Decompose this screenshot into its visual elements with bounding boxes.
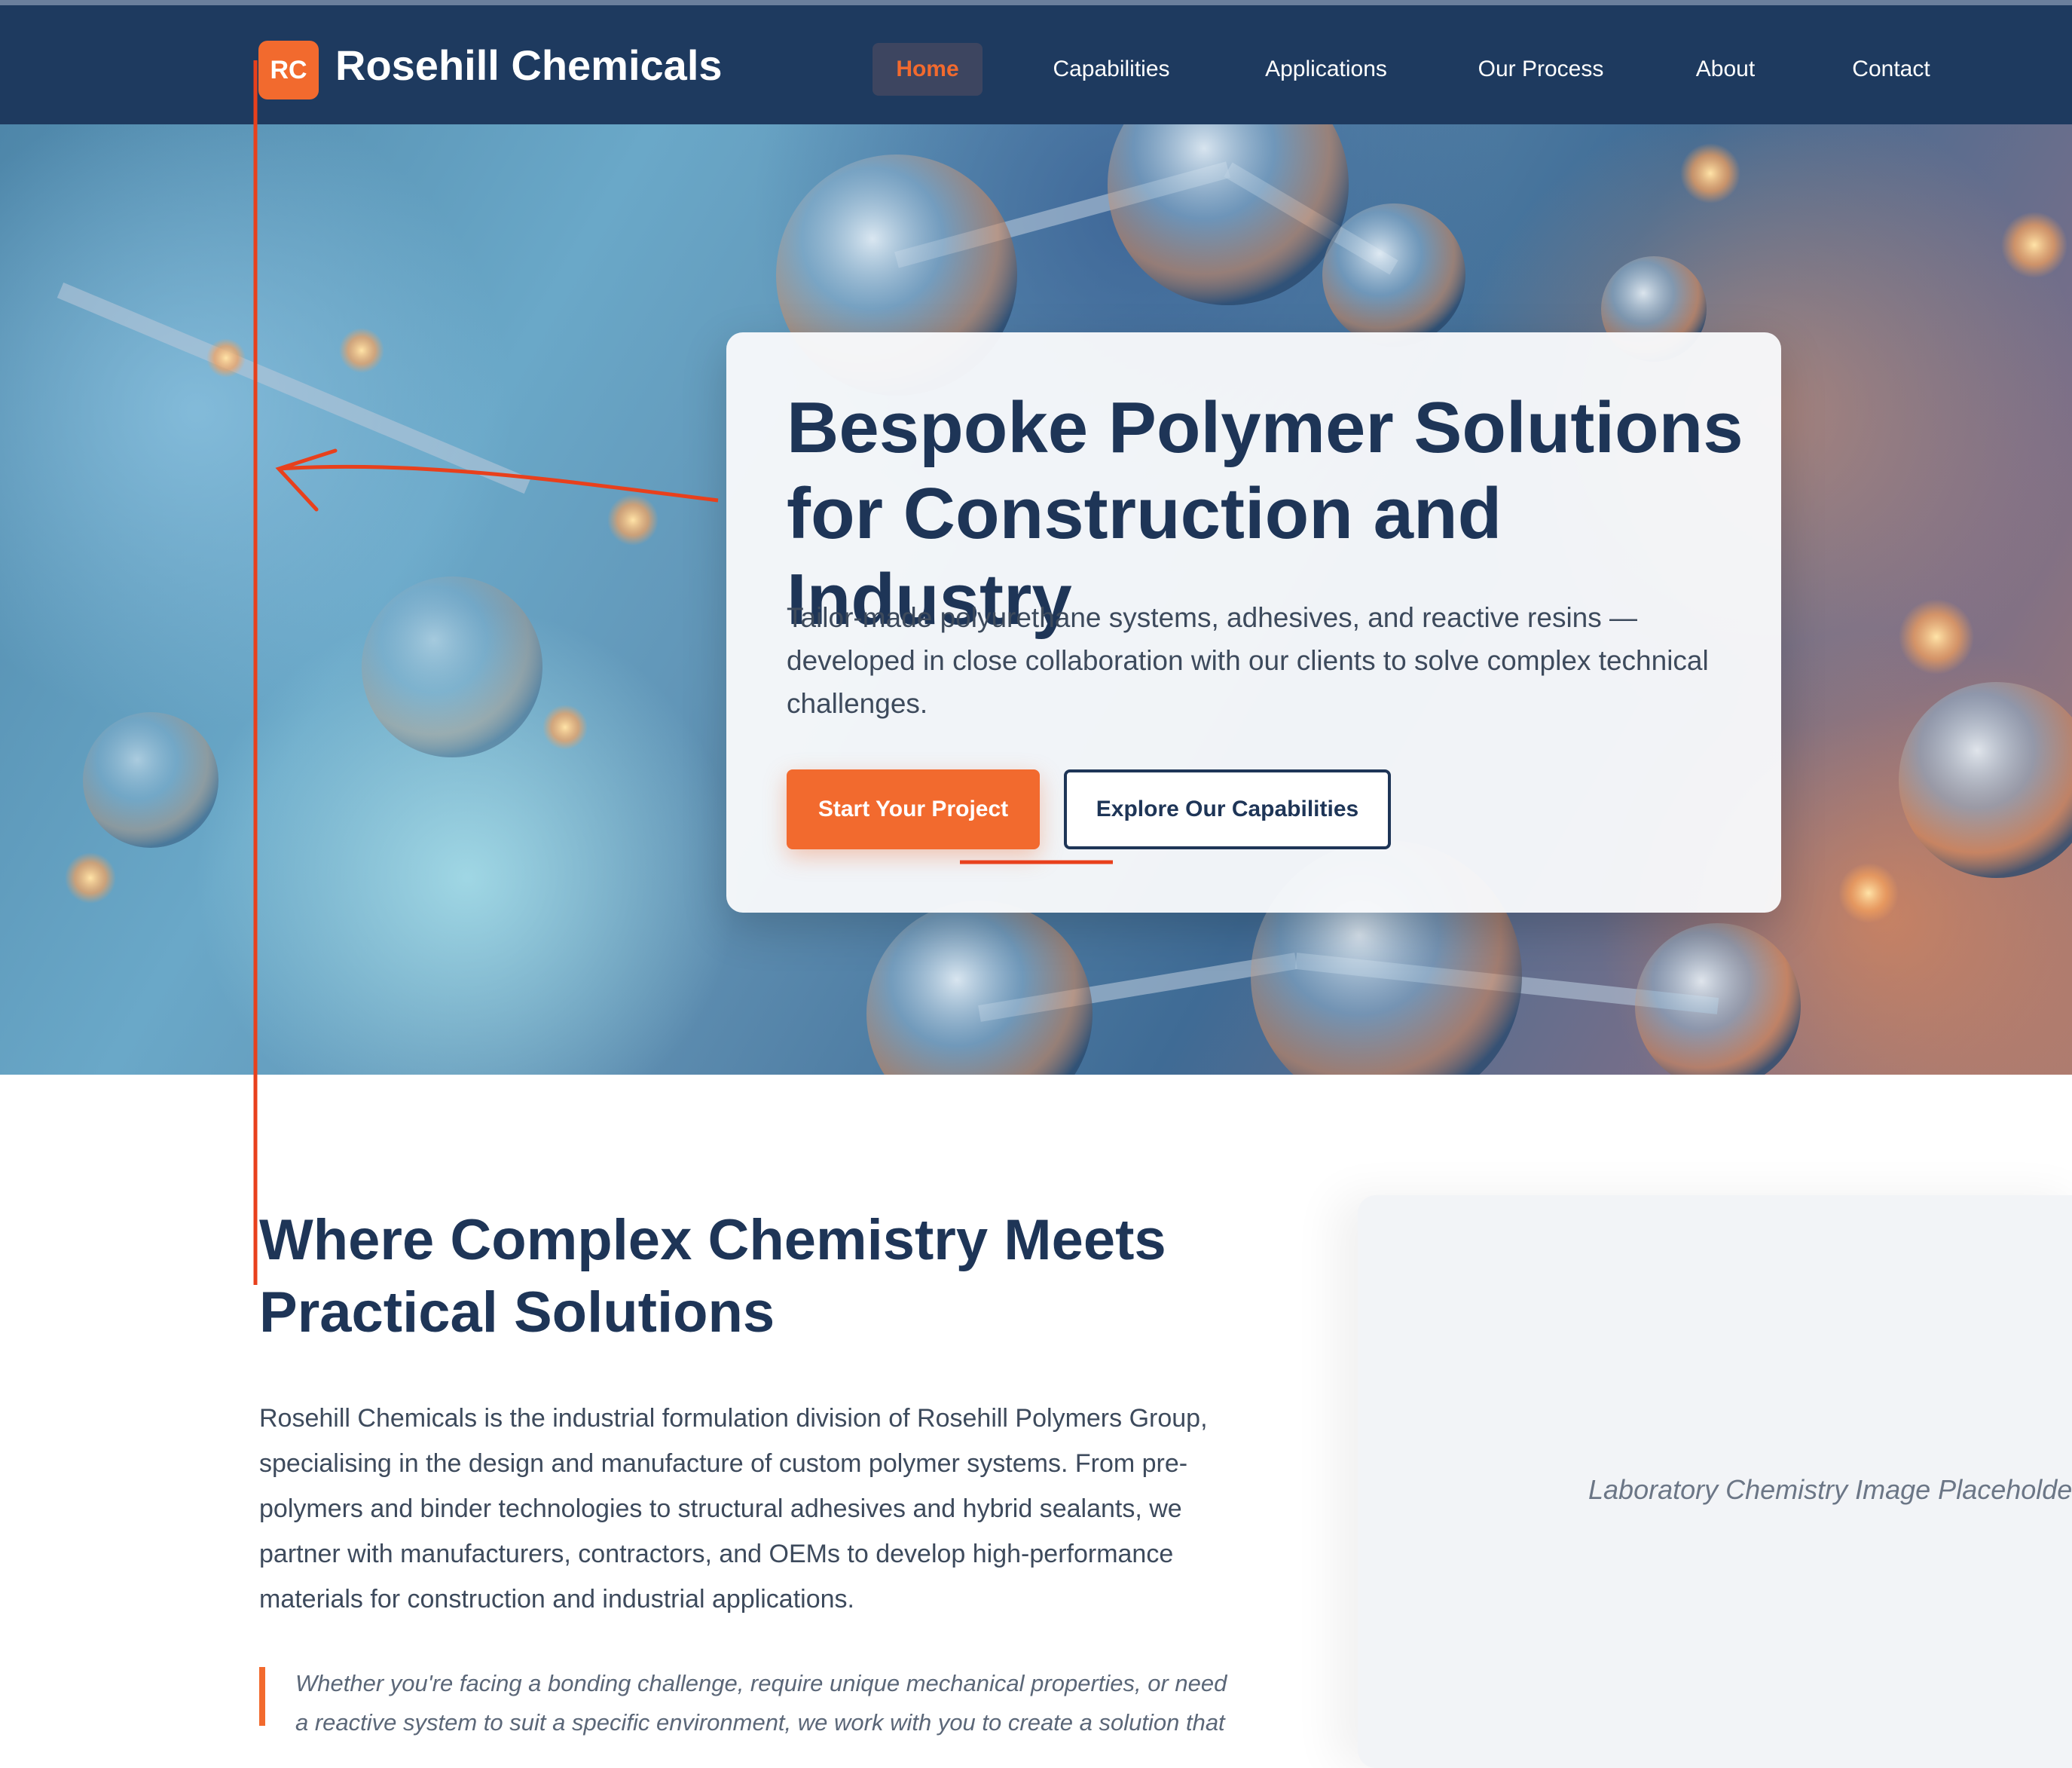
- image-placeholder-label: Laboratory Chemistry Image Placeholder: [1588, 1474, 2072, 1505]
- top-navigation: RC Rosehill Chemicals Home Capabilities …: [0, 5, 2072, 124]
- hero-card: Bespoke Polymer Solutions for Constructi…: [726, 332, 1781, 913]
- hero-subtitle: Tailor-made polyurethane systems, adhesi…: [787, 602, 1709, 719]
- about-body-text: Rosehill Chemicals is the industrial for…: [259, 1404, 1208, 1614]
- explore-capabilities-button[interactable]: Explore Our Capabilities: [1064, 769, 1391, 849]
- start-your-project-button[interactable]: Start Your Project: [787, 769, 1040, 849]
- nav-item-home[interactable]: Home: [873, 43, 983, 96]
- pull-quote: Whether you're facing a bonding challeng…: [295, 1670, 1227, 1736]
- nav-item-applications[interactable]: Applications: [1251, 43, 1401, 96]
- top-accent-line: [0, 0, 2072, 5]
- quote-accent-bar: [259, 1667, 265, 1726]
- nav-item-contact[interactable]: Contact: [1838, 43, 1944, 96]
- logo-badge[interactable]: RC: [258, 41, 319, 99]
- logo-text[interactable]: Rosehill Chemicals: [335, 38, 723, 93]
- hero-section: Bespoke Polymer Solutions for Constructi…: [0, 124, 2072, 1075]
- about-heading: Where Complex Chemistry Meets Practical …: [259, 1208, 1166, 1344]
- laboratory-image-placeholder: Laboratory Chemistry Image Placeholder: [1358, 1195, 2072, 1768]
- nav-item-capabilities[interactable]: Capabilities: [1032, 43, 1190, 96]
- nav-item-our-process[interactable]: Our Process: [1462, 43, 1620, 96]
- nav-item-about[interactable]: About: [1680, 43, 1771, 96]
